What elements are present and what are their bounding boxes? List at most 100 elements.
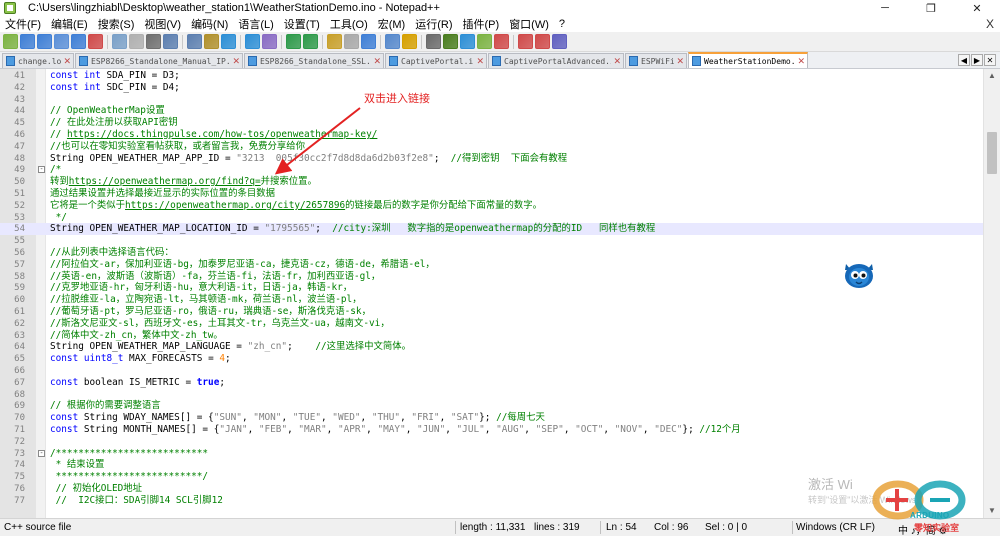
menu-macro[interactable]: 宏(M): [373, 16, 411, 32]
tab-change-log[interactable]: change.log ✕: [2, 53, 74, 68]
menu-tools[interactable]: 工具(O): [325, 16, 373, 32]
code-line[interactable]: 64 String OPEN_WEATHER_MAP_LANGUAGE = "zh…: [0, 341, 983, 353]
toolbar-button-7-icon[interactable]: [112, 34, 127, 49]
code-line[interactable]: 50 转到https://openweathermap.org/find?q=并搜…: [0, 176, 983, 188]
menu-window[interactable]: 窗口(W): [504, 16, 554, 32]
code-link[interactable]: https://openweathermap.org/find?q=: [69, 176, 261, 187]
toolbar-button-5-icon[interactable]: [71, 34, 86, 49]
menu-help[interactable]: ?: [554, 18, 570, 30]
code-line[interactable]: 68: [0, 389, 983, 401]
code-line[interactable]: 60 //拉脱维亚-la，立陶宛语-lt，马其顿语-mk，荷兰语-nl，波兰语-p…: [0, 294, 983, 306]
code-line[interactable]: 67 const boolean IS_METRIC = true;: [0, 377, 983, 389]
scroll-down-arrow-icon[interactable]: ▼: [984, 504, 1000, 518]
toolbar-button-14-icon[interactable]: [245, 34, 260, 49]
tab-close-icon[interactable]: ✕: [676, 56, 684, 67]
tab-close-icon[interactable]: ✕: [476, 56, 484, 67]
maximize-button[interactable]: ❐: [908, 0, 954, 16]
code-line[interactable]: 53 */: [0, 212, 983, 224]
tab-scroll-left-button[interactable]: ◀: [958, 54, 970, 66]
menu-file[interactable]: 文件(F): [0, 16, 46, 32]
tab-esp8266-standalone-manual-ip-ino[interactable]: ESP8266_Standalone_Manual_IP.ino ✕: [75, 53, 243, 68]
tab-close-icon[interactable]: ✕: [373, 56, 381, 67]
tab-esp8266-standalone-ssl-ino[interactable]: ESP8266_Standalone_SSL.ino✕: [244, 53, 384, 68]
toolbar-button-28-icon[interactable]: [518, 34, 533, 49]
code-line[interactable]: 61 //葡萄牙语-pt，罗马尼亚语-ro，俄语-ru，瑞典语-se，斯洛伐克语-…: [0, 306, 983, 318]
toolbar-button-16-icon[interactable]: [286, 34, 301, 49]
code-line[interactable]: 51 通过结果设置并选择最接近显示的实际位置的条目数据: [0, 188, 983, 200]
code-line[interactable]: 73 /***************************: [0, 448, 983, 460]
tab-close-icon[interactable]: ✕: [232, 56, 240, 67]
code-line[interactable]: 49 /*: [0, 164, 983, 176]
toolbar-button-27-icon[interactable]: [494, 34, 509, 49]
toolbar-button-8-icon[interactable]: [129, 34, 144, 49]
toolbar-button-30-icon[interactable]: [552, 34, 567, 49]
menu-plugins[interactable]: 插件(P): [458, 16, 505, 32]
code-line[interactable]: 59 //克罗地亚语-hr，匈牙利语-hu，意大利语-it，日语-ja，韩语-kr…: [0, 282, 983, 294]
tab-close-icon[interactable]: ✕: [63, 56, 71, 67]
toolbar-button-19-icon[interactable]: [344, 34, 359, 49]
toolbar-button-4-icon[interactable]: [54, 34, 69, 49]
menu-search[interactable]: 搜索(S): [93, 16, 140, 32]
close-button[interactable]: ✕: [954, 0, 1000, 16]
toolbar-button-2-icon[interactable]: [20, 34, 35, 49]
fold-toggle-icon[interactable]: -: [38, 449, 45, 457]
code-line[interactable]: 52 它将是一个类似于https://openweathermap.org/cit…: [0, 200, 983, 212]
code-line[interactable]: 66: [0, 365, 983, 377]
toolbar-button-29-icon[interactable]: [535, 34, 550, 49]
tab-captiveportaladvanced-ino[interactable]: CaptivePortalAdvanced.ino✕: [488, 53, 624, 68]
toolbar-button-20-icon[interactable]: [361, 34, 376, 49]
code-line[interactable]: 58 //英语-en，波斯语（波斯语）-fa，芬兰语-fi，法语-fr，加利西亚语…: [0, 271, 983, 283]
tab-captiveportal-ino[interactable]: CaptivePortal.ino✕: [385, 53, 487, 68]
code-line[interactable]: 70 const String WDAY_NAMES[] = {"SUN", "M…: [0, 412, 983, 424]
vertical-scrollbar[interactable]: ▲ ▼: [983, 69, 1000, 518]
code-line[interactable]: 48 String OPEN_WEATHER_MAP_APP_ID = "3213…: [0, 153, 983, 165]
toolbar-button-10-icon[interactable]: [163, 34, 178, 49]
toolbar-button-11-icon[interactable]: [187, 34, 202, 49]
code-line[interactable]: 63 //简体中文-zh_cn，繁体中文-zh_tw。: [0, 330, 983, 342]
code-line[interactable]: 47 //也可以在零知实验室看帖获取，或者留言我，免费分享给你: [0, 141, 983, 153]
menu-encoding[interactable]: 编码(N): [186, 16, 233, 32]
code-line[interactable]: 74 * 结束设置: [0, 459, 983, 471]
code-line[interactable]: 43: [0, 94, 983, 106]
tab-scroll-right-button[interactable]: ▶: [971, 54, 983, 66]
minimize-button[interactable]: ─: [862, 0, 908, 16]
toolbar-button-24-icon[interactable]: [443, 34, 458, 49]
code-line[interactable]: 54 String OPEN_WEATHER_MAP_LOCATION_ID = …: [0, 223, 983, 236]
code-line[interactable]: 57 //阿拉伯文-ar，保加利亚语-bg，加泰罗尼亚语-ca，捷克语-cz，德语…: [0, 259, 983, 271]
toolbar-button-6-icon[interactable]: [88, 34, 103, 49]
toolbar-button-12-icon[interactable]: [204, 34, 219, 49]
scroll-up-arrow-icon[interactable]: ▲: [984, 69, 1000, 83]
code-link[interactable]: https://openweathermap.org/city/2657896: [125, 200, 345, 211]
toolbar-button-25-icon[interactable]: [460, 34, 475, 49]
menu-language[interactable]: 语言(L): [233, 16, 278, 32]
close-document-icon[interactable]: X: [986, 17, 994, 31]
code-line[interactable]: 72: [0, 436, 983, 448]
toolbar-button-18-icon[interactable]: [327, 34, 342, 49]
tab-weatherstationdemo-ino[interactable]: WeatherStationDemo.ino✕: [688, 52, 808, 68]
toolbar-button-9-icon[interactable]: [146, 34, 161, 49]
toolbar-button-22-icon[interactable]: [402, 34, 417, 49]
toolbar-button-21-icon[interactable]: [385, 34, 400, 49]
menu-edit[interactable]: 编辑(E): [46, 16, 93, 32]
toolbar-button-13-icon[interactable]: [221, 34, 236, 49]
code-line[interactable]: 69 // 根据你的需要调整语言: [0, 400, 983, 412]
tab-close-icon[interactable]: ✕: [613, 56, 621, 67]
tab-espwifi-h[interactable]: ESPWiFi.h✕: [625, 53, 687, 68]
mascot-icon[interactable]: [841, 258, 877, 290]
scrollbar-thumb[interactable]: [987, 132, 997, 174]
toolbar-button-23-icon[interactable]: [426, 34, 441, 49]
code-line[interactable]: 65 const uint8_t MAX_FORECASTS = 4;: [0, 353, 983, 365]
menu-view[interactable]: 视图(V): [139, 16, 186, 32]
toolbar-button-26-icon[interactable]: [477, 34, 492, 49]
code-line[interactable]: 71 const String MONTH_NAMES[] = {"JAN", "…: [0, 424, 983, 436]
code-line[interactable]: 44 // OpenWeatherMap设置: [0, 105, 983, 117]
code-link[interactable]: https://docs.thingpulse.com/how-tos/open…: [67, 129, 377, 140]
toolbar-button-1-icon[interactable]: [3, 34, 18, 49]
code-line[interactable]: 62 //斯洛文尼亚文-sl，西班牙文-es，土耳其文-tr，乌克兰文-ua，越南…: [0, 318, 983, 330]
code-editor[interactable]: 41 const int SDA_PIN = D3; 42 const int SDC…: [0, 69, 983, 518]
code-line[interactable]: 46 // https://docs.thingpulse.com/how-tos…: [0, 129, 983, 141]
fold-toggle-icon[interactable]: -: [38, 166, 45, 174]
menu-run[interactable]: 运行(R): [410, 16, 457, 32]
code-line[interactable]: 42 const int SDC_PIN = D4;: [0, 82, 983, 94]
toolbar-button-17-icon[interactable]: [303, 34, 318, 49]
